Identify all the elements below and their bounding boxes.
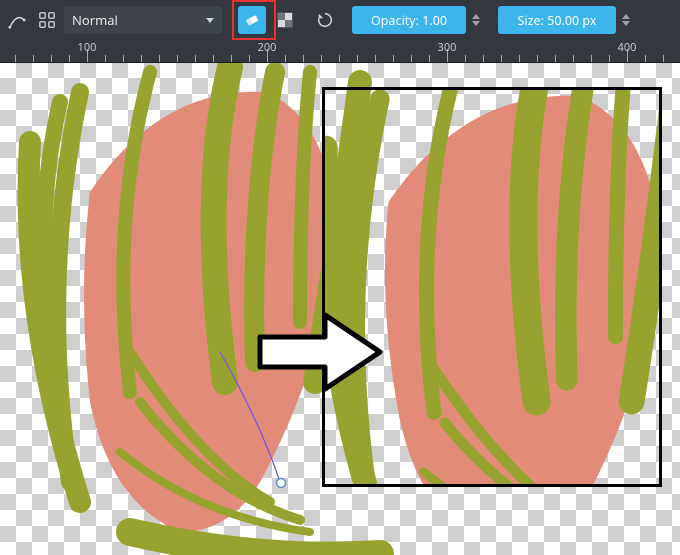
chevron-down-icon (206, 18, 214, 23)
eraser-mode-wrap (236, 3, 268, 37)
opacity-value: 1.00 (422, 12, 447, 29)
canvas-viewport[interactable] (0, 62, 680, 555)
blend-mode-value: Normal (72, 11, 118, 29)
ruler-label: 100 (78, 40, 97, 55)
opacity-spin-arrows[interactable] (472, 6, 484, 34)
ruler-label: 200 (258, 40, 277, 55)
path-tool-icon[interactable] (4, 6, 30, 34)
canvas-artwork-after (322, 87, 662, 487)
chevron-down-icon (622, 21, 630, 26)
reload-brush-icon[interactable] (312, 6, 338, 34)
alpha-lock-icon[interactable] (272, 6, 298, 34)
eraser-mode-toggle[interactable] (238, 6, 266, 34)
ruler-label: 400 (618, 40, 637, 55)
size-label: Size: (518, 12, 544, 29)
horizontal-ruler: 100 200 300 400 (0, 40, 680, 63)
size-value: 50.00 px (547, 12, 596, 29)
opacity-label: Opacity: (371, 12, 419, 29)
result-inset-frame (322, 87, 662, 487)
chevron-up-icon (472, 14, 480, 19)
size-field[interactable]: Size: 50.00 px (498, 6, 616, 34)
blend-mode-select[interactable]: Normal (64, 6, 222, 34)
tool-options-toolbar: Normal Opacity: 1.00 (0, 0, 680, 40)
opacity-field[interactable]: Opacity: 1.00 (352, 6, 466, 34)
chevron-up-icon (622, 14, 630, 19)
chevron-down-icon (472, 21, 480, 26)
transition-arrow-icon (255, 307, 385, 397)
brush-presets-icon[interactable] (34, 6, 60, 34)
size-spin-arrows[interactable] (622, 6, 634, 34)
ruler-label: 300 (438, 40, 457, 55)
